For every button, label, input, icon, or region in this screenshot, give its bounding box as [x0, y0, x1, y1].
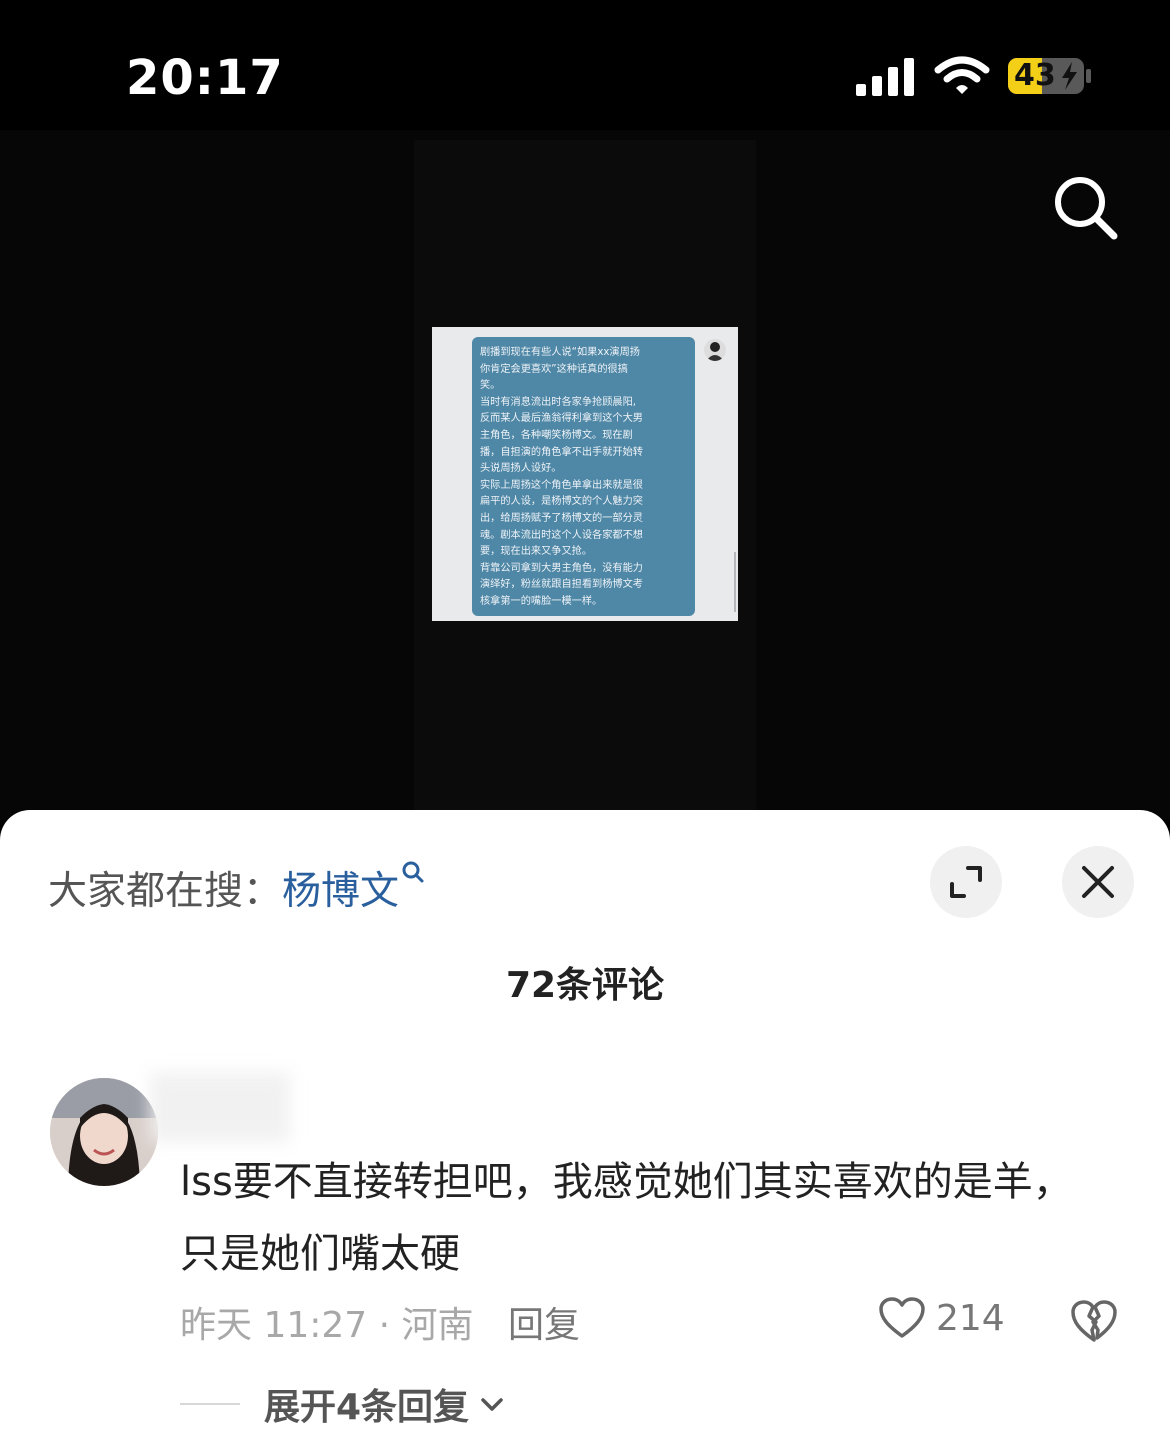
divider-line [180, 1403, 240, 1405]
small-search-icon [402, 861, 424, 883]
wifi-icon [934, 56, 990, 94]
expand-icon [950, 866, 982, 898]
search-icon [1055, 177, 1118, 240]
cellular-signal-icon [856, 58, 914, 96]
chat-bubble: 剧播到现在有些人说“如果xx演周扬 你肯定会更喜欢”这种话真的很搞 笑。 当时有… [472, 337, 695, 616]
heart-icon [879, 1297, 925, 1338]
comment-meta: 昨天 11:27 · 河南 [180, 1305, 474, 1346]
trending-keyword[interactable]: 杨博文 [282, 869, 399, 914]
expand-replies-label: 展开4条回复 [264, 1387, 470, 1428]
close-button[interactable] [1062, 846, 1134, 918]
chat-bubble-text: 剧播到现在有些人说“如果xx演周扬 你肯定会更喜欢”这种话真的很搞 笑。 当时有… [480, 347, 643, 607]
reply-button[interactable]: 回复 [508, 1296, 580, 1348]
video-screenshot-image: 剧播到现在有些人说“如果xx演周扬 你肯定会更喜欢”这种话真的很搞 笑。 当时有… [432, 327, 738, 621]
like-count: 214 [936, 1297, 1005, 1339]
status-bar: 20:17 43 [0, 0, 1170, 140]
username-redacted [150, 1072, 290, 1142]
chat-avatar [704, 339, 726, 361]
comments-sheet: 大家都在搜：杨博文 72条评论 lss要不直接转担吧，我感觉她们其实喜欢的是羊，… [0, 810, 1170, 1441]
expand-button[interactable] [930, 846, 1002, 918]
dislike-button[interactable] [1070, 1298, 1118, 1344]
trending-prefix: 大家都在搜： [48, 869, 283, 914]
comment-text: lss要不直接转担吧，我感觉她们其实喜欢的是羊，只是她们嘴太硬 [180, 1159, 1073, 1277]
like-button[interactable]: 214 [878, 1296, 1005, 1340]
search-button[interactable] [1048, 170, 1124, 246]
expand-replies[interactable]: 展开4条回复 [180, 1378, 505, 1430]
trending-search[interactable]: 大家都在搜：杨博文 [48, 860, 425, 916]
close-icon [1082, 866, 1114, 898]
comment-count: 72条评论 [505, 965, 665, 1006]
chat-scrollbar [734, 552, 736, 612]
broken-heart-icon [1071, 1300, 1117, 1342]
chevron-down-icon [481, 1398, 503, 1411]
battery-indicator: 43 [1008, 56, 1092, 96]
battery-level: 43 [1014, 58, 1056, 93]
comment-avatar[interactable] [50, 1078, 158, 1186]
status-time: 20:17 [126, 50, 284, 106]
